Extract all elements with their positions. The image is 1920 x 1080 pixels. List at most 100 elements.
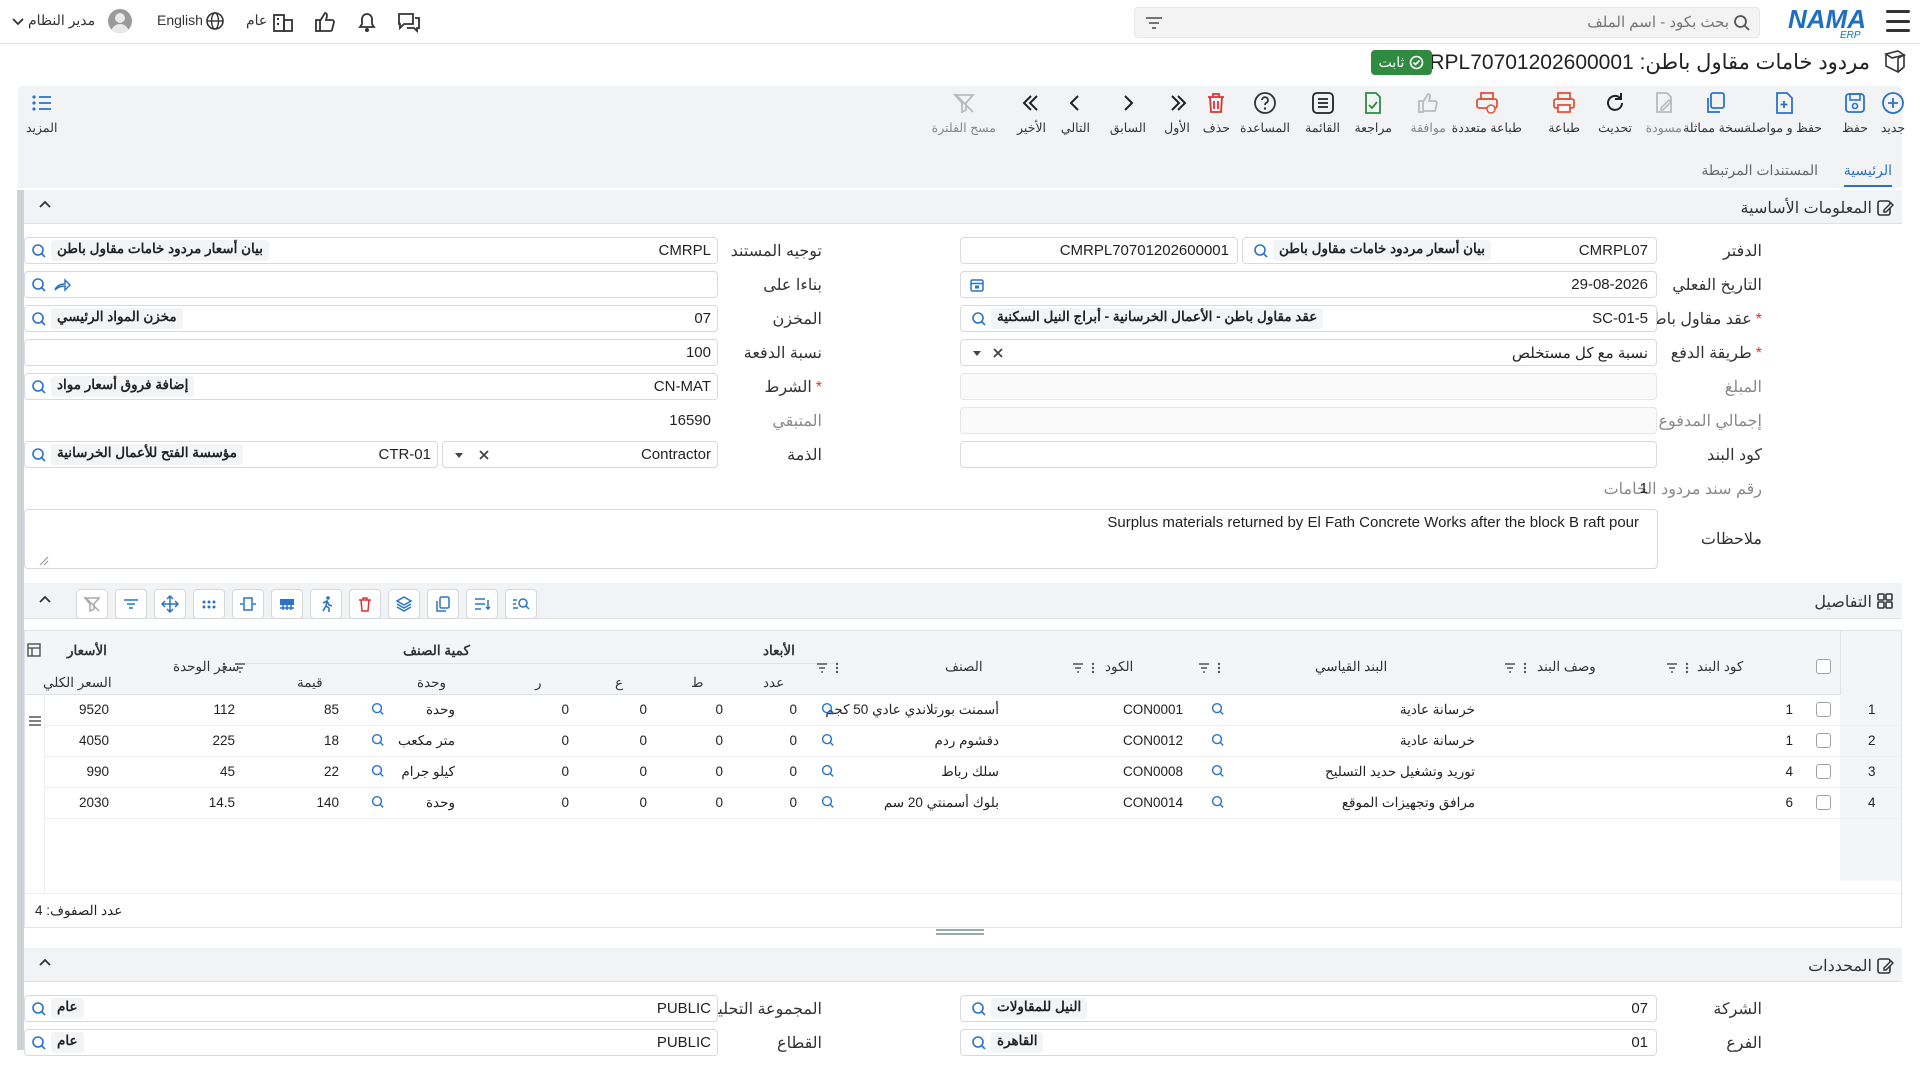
grid-clear-filter-button[interactable] [76, 589, 108, 619]
clear-filter-button[interactable]: مسح الفلترة [932, 90, 996, 135]
lookup-icon[interactable] [29, 1034, 47, 1052]
lookup-icon[interactable] [29, 242, 47, 260]
help-button[interactable]: المساعدة [1240, 90, 1290, 135]
r-header[interactable]: ر [535, 675, 542, 691]
chevron-up-icon[interactable] [38, 956, 52, 968]
lookup-icon[interactable] [29, 1000, 47, 1018]
thumbs-up-icon[interactable] [312, 10, 338, 34]
multi-print-button[interactable]: طباعة متعددة [1452, 90, 1522, 135]
column-filter-icon[interactable] [815, 661, 841, 675]
search-input[interactable] [1169, 11, 1729, 34]
basic-info-header[interactable]: المعلومات الأساسية [24, 190, 1902, 224]
date-field[interactable]: 29-08-2026 [960, 271, 1657, 298]
globe-icon[interactable] [205, 11, 225, 31]
first-button[interactable]: الأول [1164, 90, 1190, 135]
column-filter-icon[interactable] [1503, 661, 1529, 675]
save-continue-button[interactable]: حفظ و مواصلة [1745, 90, 1822, 135]
language-label[interactable]: English [157, 12, 203, 28]
lookup-icon[interactable] [29, 276, 47, 294]
routing-field[interactable]: بيان أسعار مردود خامات مقاول باطن CMRPL [24, 237, 718, 264]
menu-icon[interactable] [1886, 10, 1910, 32]
account-type-select[interactable]: Contractor [442, 441, 718, 468]
row-checkbox[interactable] [1816, 702, 1831, 717]
delete-button[interactable]: حذف [1203, 90, 1230, 135]
chevron-down-icon[interactable] [971, 348, 983, 358]
dimensions-header[interactable]: المحددات [24, 948, 1902, 982]
review-button[interactable]: مراجعة [1354, 90, 1392, 135]
code-header[interactable]: الكود [1105, 659, 1133, 675]
contract-field[interactable]: عقد مقاول باطن - الأعمال الخرسانية - أبر… [960, 305, 1657, 332]
lookup-icon[interactable] [969, 1034, 987, 1052]
lookup-icon[interactable] [1209, 701, 1225, 717]
based-on-field[interactable] [24, 271, 718, 298]
lookup-icon[interactable] [819, 794, 835, 810]
notes-textarea[interactable]: Surplus materials returned by El Fath Co… [24, 509, 1658, 569]
list-button[interactable]: القائمة [1305, 90, 1340, 135]
daftar-field[interactable]: بيان أسعار مردود خامات مقاول باطن CMRPL0… [1242, 237, 1657, 264]
document-number-field[interactable]: CMRPL70701202600001 [960, 237, 1238, 264]
grid-fit-columns-button[interactable] [232, 589, 264, 619]
width-header[interactable]: ع [615, 675, 623, 691]
sector-field[interactable]: عام PUBLIC [24, 1029, 718, 1056]
row-checkbox[interactable] [1816, 733, 1831, 748]
table-row[interactable]: 4 6 مرافق وتجهيزات الموقع CON0014 بلوك أسمنت… [25, 788, 1901, 819]
duplicate-button[interactable]: نسخة مماثلة [1683, 90, 1748, 135]
chevron-up-icon[interactable] [38, 198, 52, 210]
lookup-icon[interactable] [29, 310, 47, 328]
company-field[interactable]: النيل للمقاولات 07 [960, 995, 1657, 1022]
lookup-icon[interactable] [369, 763, 385, 779]
chevron-up-icon[interactable] [38, 593, 52, 605]
grid-delete-button[interactable] [349, 589, 381, 619]
select-all-checkbox[interactable] [1816, 659, 1831, 674]
save-button[interactable]: حفظ [1842, 90, 1868, 135]
branch-field[interactable]: القاهرة 01 [960, 1029, 1657, 1056]
previous-button[interactable]: السابق [1110, 90, 1146, 135]
clear-icon[interactable] [477, 448, 491, 462]
qty-header[interactable]: قيمة [297, 675, 323, 691]
grid-sort-button[interactable] [466, 589, 498, 619]
item-code-header[interactable]: كود البند [1697, 659, 1743, 675]
grid-dots-button[interactable] [193, 589, 225, 619]
product-header[interactable]: الصنف [945, 659, 983, 675]
grid-move-button[interactable] [154, 589, 186, 619]
new-button[interactable]: جديد [1880, 90, 1906, 135]
table-row[interactable]: 3 4 توريد وتشغيل حديد التسليح CON0008 سلك رب… [25, 757, 1901, 788]
chat-icon[interactable] [396, 10, 422, 34]
building-icon[interactable] [270, 10, 296, 34]
count-header[interactable]: عدد [763, 675, 784, 691]
lookup-icon[interactable] [969, 1000, 987, 1018]
lookup-icon[interactable] [1209, 763, 1225, 779]
avatar[interactable] [108, 9, 132, 33]
filter-lines-icon[interactable] [1145, 15, 1163, 31]
lookup-icon[interactable] [819, 763, 835, 779]
total-paid-field[interactable] [960, 407, 1657, 434]
total-header[interactable]: السعر الكلي [43, 675, 112, 691]
table-row[interactable]: 2 1 خرسانة عادية CON0012 دقشوم ردم 0 0 0 0 متر مك… [25, 726, 1901, 757]
column-filter-icon[interactable] [1665, 661, 1691, 675]
user-name[interactable]: مدير النظام [28, 12, 95, 29]
more-button[interactable]: المزيد [26, 90, 57, 135]
grid-table-button[interactable] [271, 589, 303, 619]
column-filter-icon[interactable] [1071, 661, 1097, 675]
lookup-icon[interactable] [29, 378, 47, 396]
tab-related-documents[interactable]: المستندات المرتبطة [1701, 162, 1818, 179]
print-button[interactable]: طباعة [1548, 90, 1580, 135]
resize-handle-icon[interactable] [39, 556, 49, 566]
lookup-icon[interactable] [819, 732, 835, 748]
draft-button[interactable]: مسودة [1646, 90, 1682, 135]
left-scroll-rail[interactable] [17, 190, 24, 1050]
search-box[interactable] [1134, 7, 1760, 38]
approve-button[interactable]: موافقة [1410, 90, 1446, 135]
unit-header[interactable]: وحدة [417, 675, 446, 691]
grid-search-button[interactable] [505, 589, 537, 619]
lookup-icon[interactable] [819, 701, 835, 717]
lookup-icon[interactable] [29, 446, 47, 464]
year-label[interactable]: عام [246, 12, 267, 29]
table-row[interactable]: 1 1 خرسانة عادية CON0001 أسمنت بورتلاندي عاد… [25, 695, 1901, 726]
row-checkbox[interactable] [1816, 764, 1831, 779]
grid-layers-button[interactable] [388, 589, 420, 619]
analysis-group-field[interactable]: عام PUBLIC [24, 995, 718, 1022]
payment-method-select[interactable]: نسبة مع كل مستخلص [960, 339, 1657, 366]
grid-filter-button[interactable] [115, 589, 147, 619]
item-desc-header[interactable]: وصف البند [1537, 659, 1596, 675]
